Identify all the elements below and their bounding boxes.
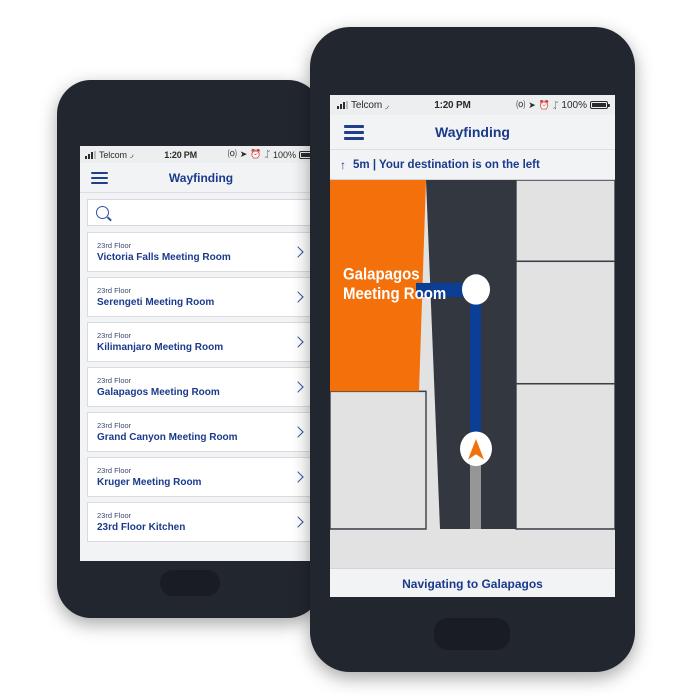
- chevron-right-icon: [292, 246, 304, 258]
- route-remaining-vertical: [470, 288, 481, 454]
- location-arrow-icon: ➤: [528, 99, 536, 110]
- list-item-name: Serengeti Meeting Room: [97, 297, 215, 308]
- rotation-lock-icon: ⒪: [227, 149, 237, 159]
- status-bar-right-front: ⒪ ➤ ⏰ ᛢ 100%: [516, 99, 610, 111]
- map-room-tile: [330, 390, 427, 530]
- search-bar[interactable]: [87, 199, 315, 226]
- rotation-lock-icon: ⒪: [516, 99, 526, 110]
- list-item-floor: 23rd Floor: [97, 331, 132, 340]
- map-room-tile: [515, 382, 615, 530]
- battery-icon: [590, 101, 610, 109]
- arrow-up-icon: ↑: [340, 157, 346, 172]
- navigation-instruction-banner: ↑ 5m | Your destination is on the left: [330, 150, 615, 180]
- list-item-texts: 23rd Floor Galapagos Meeting Room: [97, 375, 294, 399]
- list-item-name: Kruger Meeting Room: [97, 477, 202, 488]
- app-header-front: Wayfinding: [330, 115, 615, 150]
- chevron-right-icon: [292, 426, 304, 438]
- list-item[interactable]: 23rd Floor Victoria Falls Meeting Room: [87, 232, 315, 272]
- list-item[interactable]: 23rd Floor Kruger Meeting Room: [87, 457, 315, 497]
- search-input[interactable]: [115, 206, 306, 219]
- status-bar-clock: 1:20 PM: [434, 99, 471, 111]
- list-item-texts: 23rd Floor Kilimanjaro Meeting Room: [97, 330, 294, 354]
- list-item[interactable]: 23rd Floor Kilimanjaro Meeting Room: [87, 322, 315, 362]
- status-bar-left-back: Telcom ◞: [85, 150, 133, 160]
- list-item-floor: 23rd Floor: [97, 286, 132, 295]
- list-item[interactable]: 23rd Floor Serengeti Meeting Room: [87, 277, 315, 317]
- home-button-back[interactable]: [160, 570, 220, 596]
- list-item-name: 23rd Floor Kitchen: [97, 522, 186, 533]
- list-item-name: Kilimanjaro Meeting Room: [97, 342, 224, 353]
- chevron-right-icon: [292, 291, 304, 303]
- bluetooth-icon: ᛢ: [264, 149, 270, 159]
- list-item-floor: 23rd Floor: [97, 466, 132, 475]
- list-item-name: Grand Canyon Meeting Room: [97, 432, 238, 443]
- location-arrow-icon: ➤: [239, 149, 248, 159]
- status-bar-clock: 1:20 PM: [164, 149, 197, 160]
- list-item[interactable]: 23rd Floor Galapagos Meeting Room: [87, 367, 315, 407]
- chevron-right-icon: [292, 516, 304, 528]
- bluetooth-icon: ᛢ: [553, 99, 559, 110]
- status-bar-back: Telcom ◞ 1:20 PM ⒪ ➤ ⏰ ᛢ 100%: [80, 146, 322, 163]
- battery-percent-label: 100%: [272, 149, 296, 160]
- carrier-label: Telcom: [351, 99, 383, 111]
- navigation-status-text: Navigating to Galapagos: [402, 577, 543, 591]
- room-list-panel: 23rd Floor Victoria Falls Meeting Room 2…: [80, 193, 322, 561]
- hamburger-menu-icon[interactable]: [344, 122, 364, 143]
- chevron-right-icon: [292, 471, 304, 483]
- phone-device-back: Telcom ◞ 1:20 PM ⒪ ➤ ⏰ ᛢ 100% Wayfinding: [57, 80, 322, 618]
- list-item-texts: 23rd Floor Kruger Meeting Room: [97, 465, 294, 489]
- status-bar-right-back: ⒪ ➤ ⏰ ᛢ 100%: [227, 149, 319, 160]
- phone-screen-back: Telcom ◞ 1:20 PM ⒪ ➤ ⏰ ᛢ 100% Wayfinding: [80, 146, 322, 561]
- status-bar-front: Telcom ◞ 1:20 PM ⒪ ➤ ⏰ ᛢ 100%: [330, 95, 615, 115]
- signal-bars-icon: [85, 150, 96, 159]
- list-item-floor: 23rd Floor: [97, 376, 132, 385]
- map-rooms-right: [515, 180, 615, 530]
- phone-device-front: Telcom ◞ 1:20 PM ⒪ ➤ ⏰ ᛢ 100% Wayfinding: [310, 27, 635, 672]
- map-room-tile: [515, 260, 615, 385]
- battery-percent-label: 100%: [561, 99, 587, 111]
- navigation-instruction-text: 5m | Your destination is on the left: [353, 158, 540, 171]
- navigation-status-footer: Navigating to Galapagos: [330, 568, 615, 597]
- phone-screen-front: Telcom ◞ 1:20 PM ⒪ ➤ ⏰ ᛢ 100% Wayfinding: [330, 95, 615, 597]
- hamburger-menu-icon[interactable]: [91, 169, 108, 187]
- search-icon: [96, 206, 109, 219]
- list-item-name: Victoria Falls Meeting Room: [97, 252, 231, 263]
- list-item-name: Galapagos Meeting Room: [97, 387, 220, 398]
- home-button-front[interactable]: [434, 618, 510, 650]
- app-header-back: Wayfinding: [80, 163, 322, 193]
- floor-map[interactable]: Galapagos Meeting Room: [330, 180, 615, 568]
- chevron-right-icon: [292, 381, 304, 393]
- list-item-texts: 23rd Floor Grand Canyon Meeting Room: [97, 420, 294, 444]
- list-item-texts: 23rd Floor 23rd Floor Kitchen: [97, 510, 294, 534]
- destination-marker-dot: [462, 274, 490, 305]
- carrier-label: Telcom: [99, 149, 127, 160]
- list-item-floor: 23rd Floor: [97, 421, 132, 430]
- destination-room-label-line2: Meeting Room: [343, 286, 446, 304]
- list-item-floor: 23rd Floor: [97, 511, 132, 520]
- chevron-right-icon: [292, 336, 304, 348]
- room-list: 23rd Floor Victoria Falls Meeting Room 2…: [87, 232, 315, 542]
- screenshot-stage: Telcom ◞ 1:20 PM ⒪ ➤ ⏰ ᛢ 100% Wayfinding: [0, 0, 700, 700]
- list-item[interactable]: 23rd Floor Grand Canyon Meeting Room: [87, 412, 315, 452]
- alarm-clock-icon: ⏰: [250, 149, 262, 159]
- list-item-texts: 23rd Floor Serengeti Meeting Room: [97, 285, 294, 309]
- alarm-clock-icon: ⏰: [538, 99, 551, 110]
- signal-bars-icon: [337, 101, 348, 109]
- list-item[interactable]: 23rd Floor 23rd Floor Kitchen: [87, 502, 315, 542]
- destination-room-label-line1: Galapagos: [343, 266, 420, 284]
- page-title: Wayfinding: [435, 124, 510, 140]
- page-title: Wayfinding: [168, 170, 234, 185]
- list-item-floor: 23rd Floor: [97, 241, 132, 250]
- status-bar-left-front: Telcom ◞: [337, 100, 389, 111]
- floor-map-svg: Galapagos Meeting Room: [330, 180, 615, 568]
- user-position-marker: [460, 431, 492, 467]
- list-item-texts: 23rd Floor Victoria Falls Meeting Room: [97, 240, 294, 264]
- map-room-tile: [515, 180, 615, 263]
